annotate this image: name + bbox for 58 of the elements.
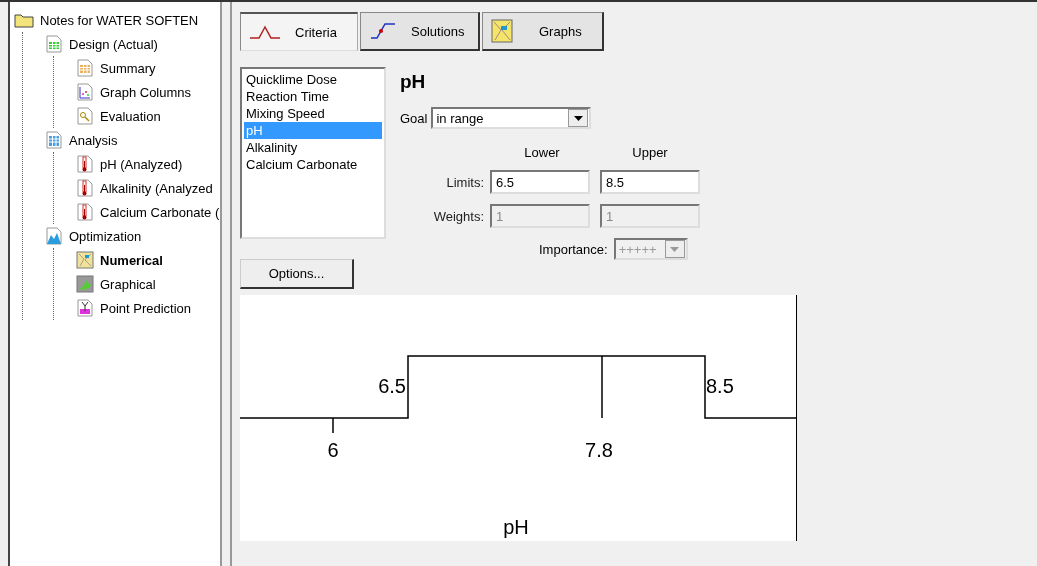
map-icon [491, 19, 513, 43]
tab[interactable]: Solutions [360, 12, 480, 51]
thermometer-icon [76, 155, 94, 173]
tree-item[interactable]: Alkalinity (Analyzed [100, 180, 213, 196]
tick-label: 7.8 [585, 439, 613, 461]
field-label: Importance: [539, 241, 608, 257]
goal-dropdown[interactable]: in range [431, 107, 592, 129]
tree-item[interactable]: Graphical [100, 276, 156, 292]
tree-item[interactable]: Numerical [100, 252, 163, 268]
dropdown-arrow-icon [670, 246, 680, 252]
field-label: Weights: [432, 208, 484, 224]
table-icon [76, 59, 94, 77]
tree-item[interactable]: Calcium Carbonate ( [100, 204, 220, 220]
magnifier-icon [76, 107, 94, 125]
field-label: Limits: [445, 174, 484, 190]
mountain-icon [45, 227, 63, 245]
tree-item[interactable]: Point Prediction [100, 300, 192, 316]
tick-mark [332, 417, 334, 434]
tree-item[interactable]: Analysis [69, 132, 118, 148]
grid-icon [45, 35, 63, 53]
thermometer-icon [76, 179, 94, 197]
tab[interactable]: Criteria [240, 12, 358, 51]
list-item[interactable]: Reaction Time [244, 88, 382, 105]
tree-item[interactable]: pH (Analyzed) [100, 156, 183, 172]
scatter-plot-icon [76, 83, 94, 101]
goal-label: Goal [400, 110, 428, 126]
list-item[interactable]: Quicklime Dose [244, 71, 382, 88]
tree-item[interactable]: Graph Columns [100, 84, 192, 100]
column-header: Lower [523, 145, 561, 160]
lower-limit-label: 6.5 [378, 375, 406, 397]
tick-mark [601, 355, 603, 419]
prediction-icon [76, 299, 94, 317]
dropdown-arrow-icon [573, 115, 583, 121]
thermometer-icon [76, 203, 94, 221]
tree-item[interactable]: Summary [100, 60, 156, 76]
list-item[interactable]: Mixing Speed [244, 105, 382, 122]
column-header: Upper [631, 145, 669, 160]
response-title: pH [400, 71, 427, 94]
tick-label: 6 [327, 439, 339, 461]
axis-label: pH [503, 516, 529, 538]
ramp-icon [369, 22, 397, 40]
contour-map-icon [76, 275, 94, 293]
upper-limit-label: 8.5 [706, 375, 734, 397]
input-field[interactable]: 6.5 [490, 170, 590, 194]
input-field[interactable]: 8.5 [600, 170, 700, 194]
options-button[interactable]: Options... [240, 259, 354, 289]
peak-icon [249, 24, 281, 40]
tab[interactable]: Graphs [482, 12, 604, 51]
tree-item[interactable]: Design (Actual) [69, 36, 158, 52]
map-icon [76, 251, 94, 269]
tree-item[interactable]: Notes for WATER SOFTEN [40, 12, 199, 28]
calculator-icon [45, 131, 63, 149]
folder-icon [14, 12, 34, 28]
response-list[interactable]: Quicklime Dose Reaction Time Mixing Speed pH Alkalinity Calcium Carbonate [240, 67, 386, 239]
list-item[interactable]: Calcium Carbonate [244, 156, 382, 173]
tree-item[interactable]: Evaluation [100, 108, 161, 124]
tree-item[interactable]: Optimization [69, 228, 142, 244]
list-item[interactable]: Alkalinity [244, 139, 382, 156]
